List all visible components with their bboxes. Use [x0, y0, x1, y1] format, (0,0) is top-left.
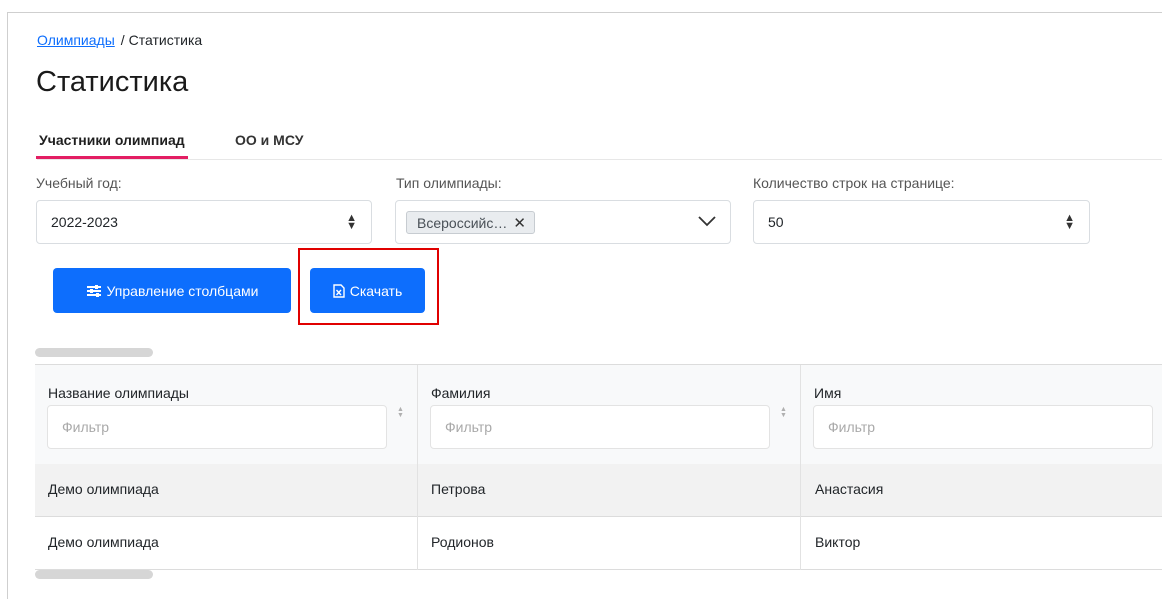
olympiad-type-label: Тип олимпиады: — [396, 175, 502, 191]
rows-per-page-label: Количество строк на странице: — [753, 175, 955, 191]
table-row[interactable]: Демо олимпиада Петрова Анастасия — [35, 464, 1162, 517]
olympiad-name-filter-input[interactable]: Фильтр — [47, 405, 387, 449]
sort-icon[interactable]: ▲ ▼ — [397, 406, 404, 419]
column-header-name: Имя Фильтр — [801, 365, 1162, 464]
download-highlight-box — [298, 248, 439, 325]
cell-olympiad-name: Демо олимпиада — [48, 534, 159, 550]
surname-filter-input[interactable]: Фильтр — [430, 405, 770, 449]
cell-olympiad-name: Демо олимпиада — [48, 481, 159, 497]
column-title-name: Имя — [814, 385, 842, 401]
tab-olympiad-participants[interactable]: Участники олимпиад — [36, 132, 188, 159]
cell-surname: Петрова — [431, 481, 486, 497]
table-row[interactable]: Демо олимпиада Родионов Виктор — [35, 517, 1162, 570]
breadcrumb-link-olympiads[interactable]: Олимпиады — [37, 32, 115, 48]
chip-remove-icon[interactable]: ✕ — [513, 214, 526, 232]
select-arrows-icon: ▲ ▼ — [346, 212, 357, 232]
year-select-value: 2022-2023 — [51, 214, 118, 230]
cell-name: Виктор — [815, 534, 861, 550]
cell-name: Анастасия — [815, 481, 884, 497]
manage-columns-label: Управление столбцами — [106, 282, 259, 299]
name-filter-input[interactable]: Фильтр — [813, 405, 1153, 449]
rows-per-page-select[interactable]: 50 ▲ ▼ — [753, 200, 1090, 244]
chevron-down-icon — [698, 216, 716, 227]
olympiad-type-chip-label: Всероссийс… — [417, 214, 508, 231]
tab-oo-and-msu[interactable]: ОО и МСУ — [235, 132, 303, 148]
breadcrumb-separator: / — [120, 32, 125, 48]
column-title-olympiad-name: Название олимпиады — [48, 385, 189, 401]
sort-icon[interactable]: ▲ ▼ — [780, 406, 787, 419]
year-label: Учебный год: — [36, 175, 122, 191]
column-divider — [417, 365, 418, 570]
sliders-icon — [86, 284, 101, 297]
olympiad-type-select[interactable]: Всероссийс… ✕ — [395, 200, 731, 244]
horizontal-scrollbar-bottom[interactable] — [35, 570, 153, 579]
column-title-surname: Фамилия — [431, 385, 491, 401]
breadcrumb: Олимпиады / Статистика — [37, 32, 202, 48]
column-divider — [800, 365, 801, 570]
participants-table: Название олимпиады Фильтр ▲ ▼ Фамилия Фил… — [35, 364, 1162, 570]
horizontal-scrollbar-top[interactable] — [35, 348, 153, 357]
table-header: Название олимпиады Фильтр ▲ ▼ Фамилия Фил… — [35, 365, 1162, 465]
select-arrows-icon: ▲ ▼ — [1064, 212, 1075, 232]
column-header-surname: Фамилия Фильтр ▲ ▼ — [418, 365, 800, 464]
manage-columns-button[interactable]: Управление столбцами — [53, 268, 291, 313]
rows-per-page-value: 50 — [768, 214, 784, 230]
page-title: Статистика — [36, 66, 189, 98]
year-select[interactable]: 2022-2023 ▲ ▼ — [36, 200, 372, 244]
cell-surname: Родионов — [431, 534, 494, 550]
column-header-olympiad-name: Название олимпиады Фильтр ▲ ▼ — [35, 365, 417, 464]
tab-bar: Участники олимпиад ОО и МСУ — [36, 130, 1162, 160]
olympiad-type-chip: Всероссийс… ✕ — [406, 211, 535, 234]
breadcrumb-current: Статистика — [128, 32, 203, 48]
